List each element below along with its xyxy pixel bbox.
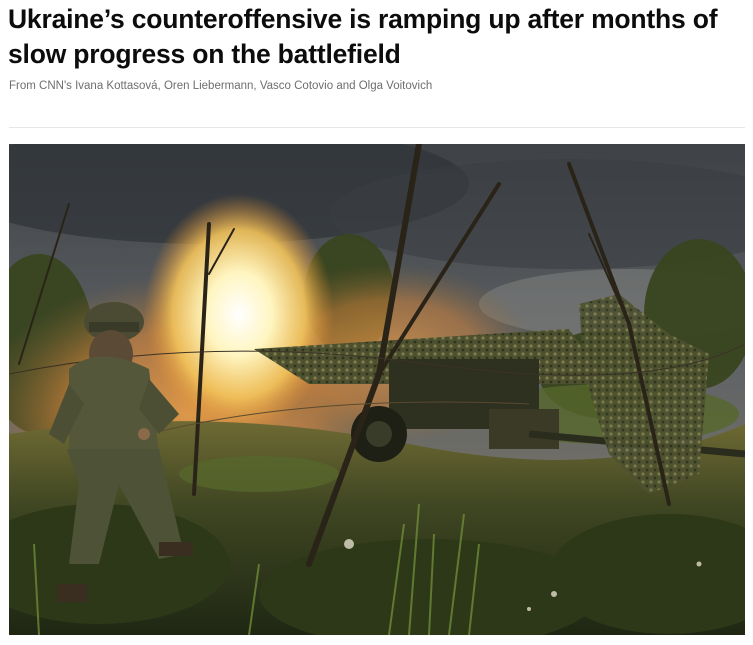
article-headline: Ukraine’s counteroffensive is ramping up… xyxy=(8,4,718,69)
article-byline: From CNN's Ivana Kottasová, Oren Lieberm… xyxy=(9,80,433,92)
divider xyxy=(9,127,745,128)
hero-photo xyxy=(9,144,745,635)
